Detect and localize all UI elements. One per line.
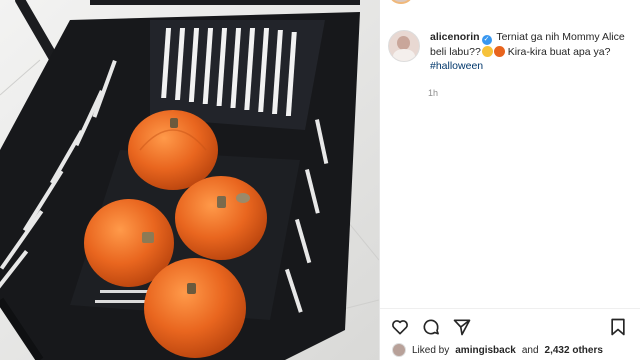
action-bar (380, 308, 640, 339)
comment-icon[interactable] (421, 317, 441, 337)
heart-icon[interactable] (390, 317, 410, 337)
username-link[interactable]: alicenorin (430, 31, 480, 43)
caption: alicenorin ✓ Terniat ga nih Mommy Alice b… (430, 30, 630, 73)
pumpkins-in-basket-photo (0, 0, 379, 360)
likes-prefix: Liked by (412, 344, 450, 356)
smiling-face-emoji-icon (481, 46, 493, 57)
story-avatar[interactable] (390, 0, 412, 4)
avatar[interactable] (388, 30, 420, 62)
likes-count-link[interactable]: 2,432 others (545, 345, 603, 356)
share-icon[interactable] (452, 317, 472, 337)
post-image[interactable] (0, 0, 379, 360)
liker-username-link[interactable]: amingisback (455, 345, 516, 356)
liker-avatar[interactable] (392, 343, 406, 357)
pumpkin-top (128, 110, 218, 190)
bookmark-icon[interactable] (608, 317, 628, 337)
instagram-post: alicenorin ✓ Terniat ga nih Mommy Alice b… (0, 0, 640, 360)
caption-tail: Kira-kira buat apa ya? (507, 46, 611, 58)
post-sidebar: alicenorin ✓ Terniat ga nih Mommy Alice b… (379, 0, 640, 360)
post-time[interactable]: 1h (428, 88, 438, 98)
pumpkin-emoji-icon (493, 46, 505, 57)
caption-row: alicenorin ✓ Terniat ga nih Mommy Alice b… (388, 30, 630, 73)
likes-summary: Liked by amingisback and 2,432 others (392, 343, 603, 357)
verified-badge-icon: ✓ (481, 35, 492, 45)
hashtag-link[interactable]: #halloween (430, 60, 483, 72)
likes-and: and (521, 344, 539, 356)
